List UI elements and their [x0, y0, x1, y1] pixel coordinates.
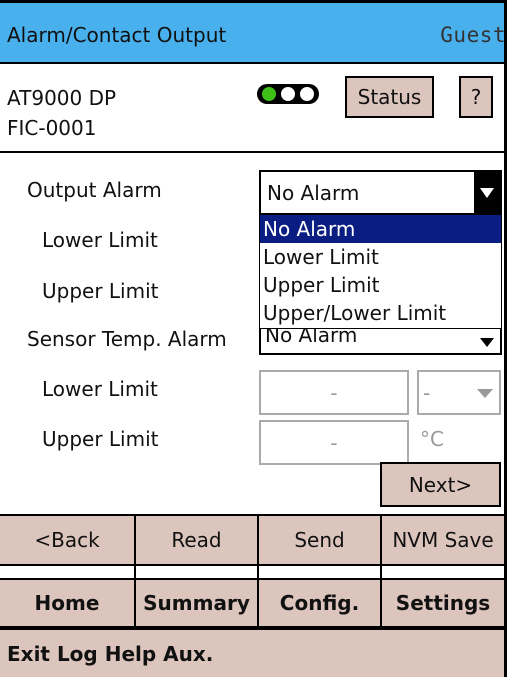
divider	[0, 151, 504, 153]
bar-spacer	[0, 566, 504, 578]
sensor-lower-limit-label: Lower Limit	[42, 377, 158, 401]
chevron-down-icon	[480, 338, 494, 347]
chevron-down-icon[interactable]	[474, 172, 500, 213]
device-model: AT9000 DP	[7, 86, 117, 110]
next-button[interactable]: Next>	[380, 462, 501, 507]
chevron-down-icon	[477, 389, 493, 398]
output-alarm-options: No Alarm Lower Limit Upper Limit Upper/L…	[259, 214, 502, 329]
upper-limit-label: Upper Limit	[42, 279, 159, 303]
sensor-lower-limit-input[interactable]: -	[259, 370, 409, 415]
sensor-temp-alarm-select[interactable]: No Alarm	[259, 329, 502, 355]
option-lower-limit[interactable]: Lower Limit	[260, 243, 501, 271]
lower-limit-label: Lower Limit	[42, 228, 158, 252]
help-button[interactable]: ?	[459, 76, 493, 118]
sensor-lower-unit-select[interactable]: -	[417, 370, 501, 415]
sensor-temp-alarm-value: No Alarm	[265, 329, 358, 347]
back-button[interactable]: <Back	[0, 516, 136, 564]
spacer-cell	[136, 566, 259, 578]
output-alarm-value: No Alarm	[267, 181, 360, 205]
device-tag: FIC-0001	[7, 116, 97, 140]
footer-menu: Exit Log Help Aux.	[0, 628, 504, 677]
status-led-icon	[257, 84, 319, 104]
output-alarm-select[interactable]: No Alarm	[259, 170, 502, 215]
sensor-upper-limit-label: Upper Limit	[42, 427, 159, 451]
sensor-lower-unit-value: -	[423, 381, 431, 405]
screen: Alarm/Contact Output Guest AT9000 DP FIC…	[0, 0, 504, 677]
send-button[interactable]: Send	[259, 516, 382, 564]
sensor-upper-limit-input[interactable]: -	[259, 420, 409, 465]
user-name: Guest	[440, 23, 504, 47]
nav-bar: Home Summary Config. Settings	[0, 578, 504, 628]
device-info: AT9000 DP FIC-0001	[7, 83, 116, 143]
nvm-save-button[interactable]: NVM Save	[382, 516, 504, 564]
read-button[interactable]: Read	[136, 516, 259, 564]
sensor-temp-alarm-label: Sensor Temp. Alarm	[27, 327, 227, 351]
output-alarm-label: Output Alarm	[27, 178, 162, 202]
nav-config[interactable]: Config.	[259, 580, 382, 626]
nav-home[interactable]: Home	[0, 580, 136, 626]
option-no-alarm[interactable]: No Alarm	[260, 215, 501, 243]
nav-settings[interactable]: Settings	[382, 580, 504, 626]
title-bar: Alarm/Contact Output Guest	[0, 0, 504, 64]
option-upper-limit[interactable]: Upper Limit	[260, 271, 501, 299]
nav-summary[interactable]: Summary	[136, 580, 259, 626]
sensor-upper-unit: °C	[420, 427, 444, 451]
spacer-cell	[259, 566, 382, 578]
page-title: Alarm/Contact Output	[7, 23, 227, 47]
action-bar: <Back Read Send NVM Save	[0, 516, 504, 566]
spacer-cell	[0, 566, 136, 578]
spacer-cell	[382, 566, 504, 578]
status-button[interactable]: Status	[345, 76, 434, 118]
option-upper-lower-limit[interactable]: Upper/Lower Limit	[260, 299, 501, 327]
footer-menu-items[interactable]: Exit Log Help Aux.	[7, 642, 213, 666]
